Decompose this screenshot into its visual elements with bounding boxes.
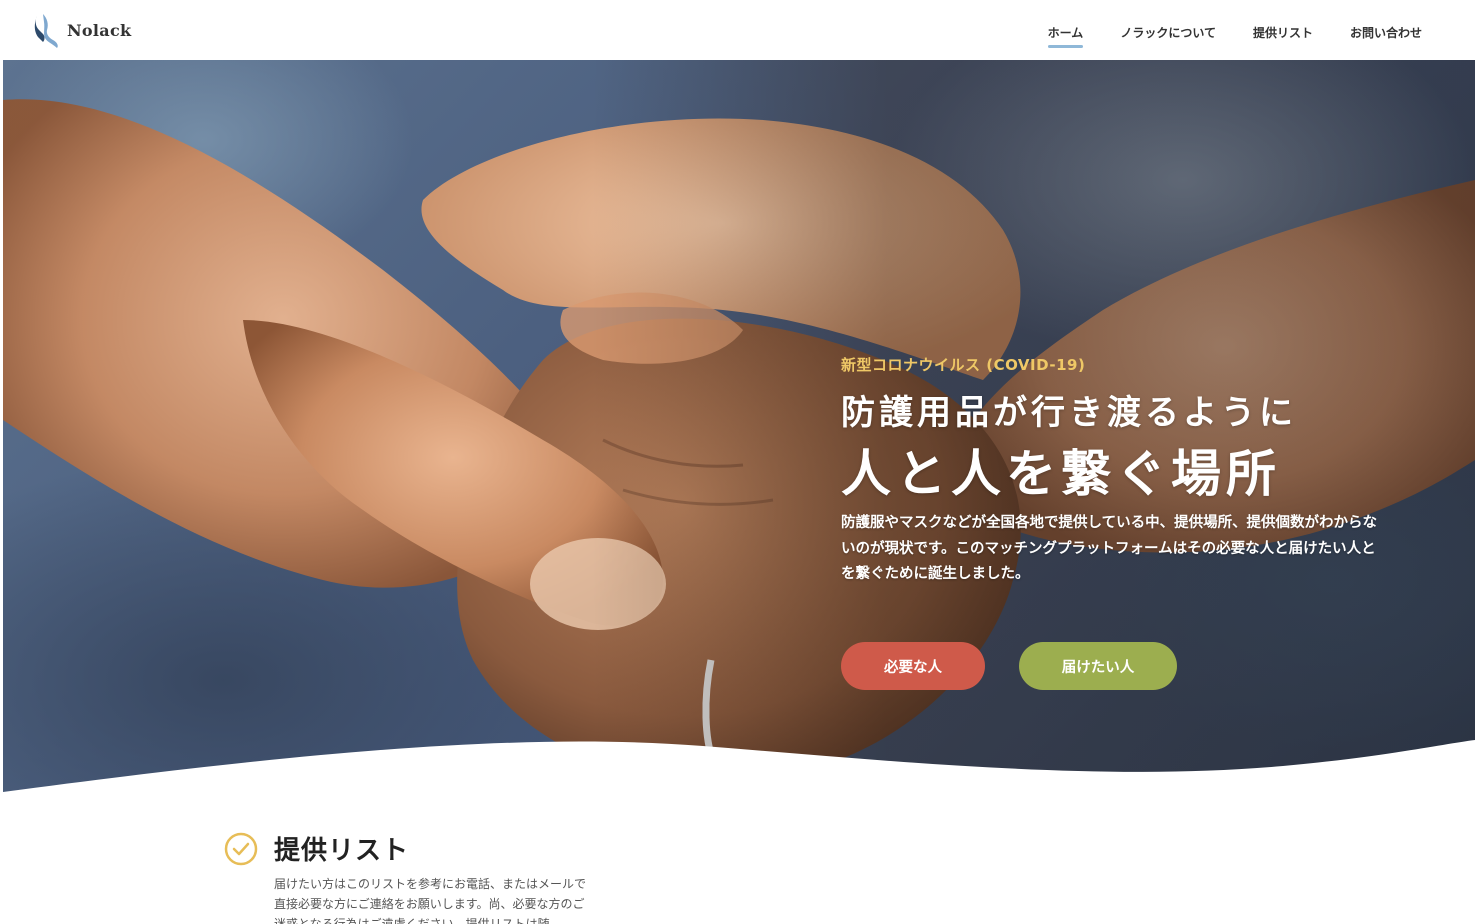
give-button[interactable]: 届けたい人 xyxy=(1019,642,1177,690)
nolack-logo-icon xyxy=(34,14,58,48)
logo-text: Nolack xyxy=(67,20,132,40)
hero-section: 新型コロナウイルス (COVID-19) 防護用品が行き渡るように 人と人を繋ぐ… xyxy=(3,60,1475,792)
nav-home[interactable]: ホーム xyxy=(1047,24,1083,48)
need-button[interactable]: 必要な人 xyxy=(841,642,985,690)
nav-about[interactable]: ノラックについて xyxy=(1120,24,1216,48)
hero-headline-line2: 人と人を繋ぐ場所 xyxy=(841,445,1281,503)
main-nav: ホーム ノラックについて 提供リスト お問い合わせ xyxy=(1047,24,1422,48)
hero-copy: 新型コロナウイルス (COVID-19) 防護用品が行き渡るように 人と人を繋ぐ… xyxy=(841,354,1381,588)
section-description: 届けたい方はこのリストを参考にお電話、またはメールで直接必要な方にご連絡をお願い… xyxy=(274,877,587,924)
check-circle-icon xyxy=(224,832,258,865)
logo[interactable]: Nolack xyxy=(33,12,131,48)
hero-description: 防護服やマスクなどが全国各地で提供している中、提供場所、提供個数がわからないのが… xyxy=(841,515,1378,582)
section-title: 提供リスト xyxy=(274,836,410,866)
hero-eyebrow: 新型コロナウイルス (COVID-19) xyxy=(841,356,1086,374)
hero-wave-divider xyxy=(3,740,1475,792)
nav-offer-list[interactable]: 提供リスト xyxy=(1253,24,1313,48)
hero-headline-line1: 防護用品が行き渡るように xyxy=(841,393,1297,433)
site-header: Nolack ホーム ノラックについて 提供リスト お問い合わせ xyxy=(0,0,1478,60)
hero-cta-row: 必要な人 届けたい人 xyxy=(841,642,1177,690)
offer-list-heading: 提供リスト xyxy=(224,830,409,867)
nav-contact[interactable]: お問い合わせ xyxy=(1350,24,1422,48)
